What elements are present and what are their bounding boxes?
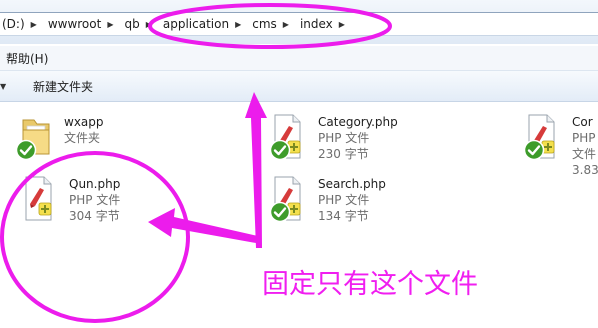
breadcrumb-qb[interactable]: qb ▶: [122, 17, 160, 31]
file-item-search[interactable]: Search.php PHP 文件 134 字节: [269, 176, 386, 224]
file-size: 230 字节: [318, 147, 369, 161]
file-type: PHP 文件: [318, 131, 370, 145]
php-file-icon: [523, 114, 555, 161]
file-type: PHP 文件: [69, 193, 121, 207]
new-folder-button[interactable]: 新建文件夹: [33, 78, 93, 95]
chevron-down-icon[interactable]: ▼: [0, 82, 6, 91]
breadcrumb-drive[interactable]: (D:) ▶: [0, 17, 46, 31]
annotation-arrow-up: [245, 92, 267, 248]
address-bar-area: (D:) ▶ wwwroot ▶ qb ▶ application ▶ cms …: [0, 0, 598, 44]
file-name: Qun.php: [69, 177, 121, 191]
menu-bar: 帮助(H): [0, 46, 598, 71]
file-item-wxapp[interactable]: wxapp 文件夹: [15, 114, 104, 162]
chevron-right-icon[interactable]: ▶: [339, 20, 345, 29]
breadcrumb-application[interactable]: application ▶: [161, 17, 250, 31]
file-item-qun[interactable]: Qun.php PHP 文件 304 字节: [20, 176, 120, 224]
file-type: PHP 文件: [318, 193, 370, 207]
file-name: Category.php: [318, 115, 398, 129]
file-size: 134 字节: [318, 209, 369, 223]
file-item-category[interactable]: Category.php PHP 文件 230 字节: [269, 114, 398, 162]
chevron-right-icon[interactable]: ▶: [146, 20, 152, 29]
toolbar: ▼ 新建文件夹: [0, 71, 598, 102]
file-item-cor[interactable]: Cor PHP 文件 3.83: [523, 114, 598, 178]
chevron-right-icon[interactable]: ▶: [31, 20, 37, 29]
breadcrumb-label: application: [162, 17, 230, 31]
address-bar[interactable]: (D:) ▶ wwwroot ▶ qb ▶ application ▶ cms …: [0, 12, 598, 36]
file-name: Search.php: [318, 177, 386, 191]
breadcrumb-label: qb: [124, 17, 140, 31]
file-size: 304 字节: [69, 209, 120, 223]
file-name: Cor: [572, 115, 593, 129]
php-file-icon: [269, 176, 301, 223]
breadcrumb-wwwroot[interactable]: wwwroot ▶: [46, 17, 123, 31]
breadcrumb-index[interactable]: index ▶: [298, 17, 354, 31]
annotation-text: 固定只有这个文件: [262, 269, 478, 300]
breadcrumb-label: index: [299, 17, 333, 31]
breadcrumb-cms[interactable]: cms ▶: [250, 17, 298, 31]
annotation-arrow-left: [148, 208, 258, 243]
folder-icon: [15, 119, 50, 161]
breadcrumb-label: wwwroot: [47, 17, 102, 31]
php-file-icon: [25, 176, 52, 221]
php-file-icon: [269, 114, 301, 161]
chevron-right-icon[interactable]: ▶: [235, 20, 241, 29]
file-type: PHP 文件: [572, 131, 597, 161]
menu-help[interactable]: 帮助(H): [0, 50, 54, 67]
breadcrumb-label: (D:): [2, 17, 25, 31]
chevron-right-icon[interactable]: ▶: [283, 20, 289, 29]
file-size: 3.83: [572, 163, 598, 177]
file-name: wxapp: [64, 115, 104, 129]
breadcrumb-label: cms: [252, 17, 277, 31]
chevron-right-icon[interactable]: ▶: [107, 20, 113, 29]
file-type: 文件夹: [64, 131, 101, 145]
